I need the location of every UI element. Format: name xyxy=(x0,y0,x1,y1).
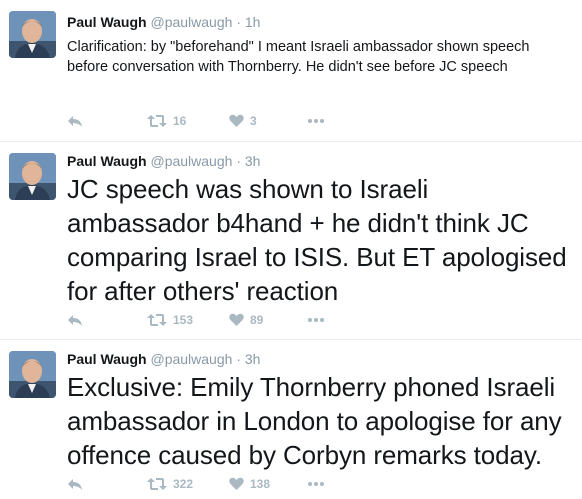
retweet-icon xyxy=(147,478,167,490)
tweet: Paul Waugh @paulwaugh · 1h Clarification… xyxy=(0,0,582,142)
heart-icon xyxy=(229,477,244,490)
author-handle[interactable]: @paulwaugh xyxy=(150,153,232,169)
separator-dot: · xyxy=(236,153,241,169)
like-count: 138 xyxy=(250,477,271,491)
retweet-button[interactable]: 153 xyxy=(147,312,193,328)
tweet-header: Paul Waugh @paulwaugh · 3h xyxy=(67,350,260,368)
more-icon xyxy=(308,482,324,486)
more-icon xyxy=(308,318,324,322)
like-count: 3 xyxy=(250,114,257,128)
retweet-count: 322 xyxy=(173,477,194,491)
tweet: Paul Waugh @paulwaugh · 3h Exclusive: Em… xyxy=(0,340,582,499)
more-icon xyxy=(308,119,324,123)
more-button[interactable] xyxy=(307,476,325,492)
timestamp[interactable]: 3h xyxy=(245,351,261,367)
like-button[interactable]: 138 xyxy=(229,476,270,492)
more-button[interactable] xyxy=(307,113,325,129)
tweet-text: JC speech was shown to Israeli ambassado… xyxy=(67,174,567,306)
author-name[interactable]: Paul Waugh xyxy=(67,153,147,169)
reply-icon xyxy=(68,315,82,326)
like-count: 89 xyxy=(250,313,264,327)
tweet-actions: 322 138 xyxy=(67,476,367,492)
reply-icon xyxy=(68,116,82,127)
avatar[interactable] xyxy=(9,153,56,200)
avatar[interactable] xyxy=(9,11,56,58)
separator-dot: · xyxy=(236,351,241,367)
reply-button[interactable] xyxy=(67,312,83,328)
timestamp[interactable]: 3h xyxy=(245,153,261,169)
tweet-header: Paul Waugh @paulwaugh · 1h xyxy=(67,13,260,31)
retweet-icon xyxy=(147,314,167,326)
timestamp[interactable]: 1h xyxy=(245,14,261,30)
tweet-header: Paul Waugh @paulwaugh · 3h xyxy=(67,152,260,170)
author-name[interactable]: Paul Waugh xyxy=(67,351,147,367)
retweet-count: 153 xyxy=(173,313,194,327)
tweet: Paul Waugh @paulwaugh · 3h JC speech was… xyxy=(0,142,582,340)
avatar[interactable] xyxy=(9,351,56,398)
tweet-text: Clarification: by "beforehand" I meant I… xyxy=(67,39,530,75)
heart-icon xyxy=(229,114,244,127)
tweet-actions: 16 3 xyxy=(67,113,367,129)
tweet-actions: 153 89 xyxy=(67,312,367,328)
author-handle[interactable]: @paulwaugh xyxy=(150,351,232,367)
retweet-icon xyxy=(147,115,167,127)
reply-button[interactable] xyxy=(67,113,83,129)
separator-dot: · xyxy=(236,14,241,30)
retweet-button[interactable]: 16 xyxy=(147,113,186,129)
author-name[interactable]: Paul Waugh xyxy=(67,14,147,30)
like-button[interactable]: 3 xyxy=(229,113,257,129)
reply-button[interactable] xyxy=(67,476,83,492)
retweet-button[interactable]: 322 xyxy=(147,476,193,492)
tweet-text: Exclusive: Emily Thornberry phoned Israe… xyxy=(67,372,562,470)
heart-icon xyxy=(229,313,244,326)
retweet-count: 16 xyxy=(173,114,187,128)
like-button[interactable]: 89 xyxy=(229,312,263,328)
reply-icon xyxy=(68,479,82,490)
more-button[interactable] xyxy=(307,312,325,328)
author-handle[interactable]: @paulwaugh xyxy=(150,14,232,30)
